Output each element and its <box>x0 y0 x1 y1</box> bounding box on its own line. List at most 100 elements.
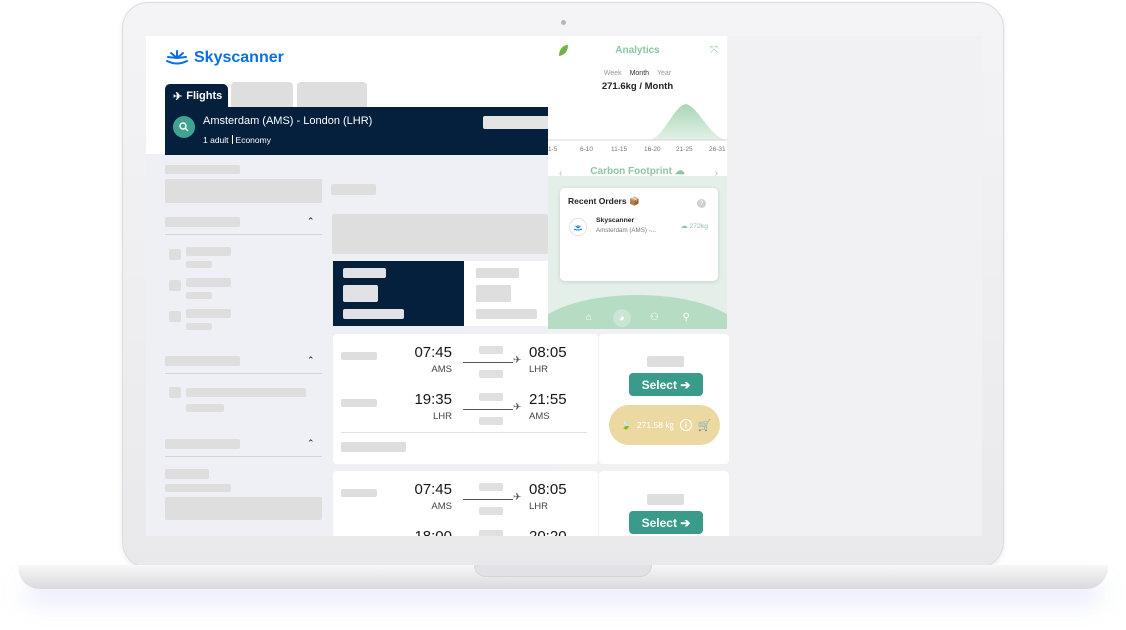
order-emission: ☁ 272kg <box>681 222 708 231</box>
period-switcher: Week Month Year <box>548 70 727 77</box>
analytics-panel: Analytics ⤧ Week Month Year 271.6kg / Mo… <box>548 36 727 329</box>
duration-skeleton <box>479 346 503 354</box>
carbon-emission-pill[interactable]: 🍃 271.58 ㎏ i 🛒 <box>609 405 720 445</box>
airline-skeleton <box>341 399 377 407</box>
sort-price-skeleton <box>343 285 378 302</box>
plane-icon: ✈ <box>513 492 522 503</box>
divider <box>165 373 322 374</box>
depart-airport: AMS <box>431 364 452 375</box>
checkbox-skeleton[interactable] <box>169 387 181 398</box>
stops-skeleton <box>479 370 503 378</box>
route-line <box>463 499 513 500</box>
select-button[interactable]: Select ➔ <box>629 373 703 396</box>
option-skeleton <box>186 323 212 330</box>
home-icon[interactable]: ⌂ <box>581 309 597 325</box>
user-icon[interactable]: ⚲ <box>678 309 694 325</box>
bottom-nav: ⌂ ◕ ⚇ ⚲ <box>548 309 727 327</box>
period-week[interactable]: Week <box>604 70 622 77</box>
carbon-footprint-title: Carbon Footprint ☁ <box>548 166 727 177</box>
price-column: Select ➔ 🍃 271.58 ㎏ i 🛒 <box>599 334 729 464</box>
info-icon[interactable]: i <box>679 419 692 431</box>
tab-flights[interactable]: ✈ Flights <box>165 84 228 108</box>
x-tick-label: 26-31 <box>709 146 726 153</box>
search-placeholder <box>483 116 549 129</box>
stops-skeleton <box>479 417 503 425</box>
results-count-skeleton <box>331 184 376 195</box>
plane-icon: ✈ <box>513 355 522 366</box>
sun-rays-logo-icon <box>573 224 583 230</box>
route-text: Amsterdam (AMS) - London (LHR) <box>203 115 373 127</box>
divider <box>165 456 322 457</box>
period-year[interactable]: Year <box>657 70 671 77</box>
sort-tab-active[interactable] <box>333 261 464 326</box>
divider <box>165 234 322 235</box>
checkbox-skeleton[interactable] <box>169 280 181 291</box>
arrive-time: 20:20 <box>529 528 567 536</box>
option-skeleton <box>186 388 306 397</box>
duration-skeleton <box>479 483 503 491</box>
cabin-text: Economy <box>235 135 271 145</box>
sort-tab[interactable] <box>464 261 548 326</box>
skyscanner-logo[interactable]: Skyscanner <box>165 49 284 67</box>
order-name: Skyscanner <box>596 217 635 224</box>
banner-skeleton <box>332 214 548 254</box>
option-skeleton <box>186 309 231 318</box>
screen: Skyscanner ✈ Flights Amsterdam (AMS) - L… <box>146 36 982 536</box>
people-icon[interactable]: ⚇ <box>646 309 662 325</box>
chevron-up-icon[interactable]: ⌃ <box>307 438 315 449</box>
recent-orders-title: Recent Orders 📦 <box>568 196 640 206</box>
cloud-icon: ☁ <box>674 166 685 177</box>
stops-skeleton <box>479 507 503 515</box>
duration-skeleton <box>479 393 503 401</box>
divider <box>341 432 587 433</box>
emission-value: 271.58 ㎏ <box>636 420 674 430</box>
chevron-up-icon[interactable]: ⌃ <box>307 355 315 366</box>
help-icon[interactable]: ? <box>697 199 706 208</box>
x-tick-label: 21-25 <box>676 146 693 153</box>
tab-placeholder[interactable] <box>231 82 293 107</box>
carbon-footprint-header: ‹ Carbon Footprint ☁ › <box>548 166 727 182</box>
price-column: Select ➔ <box>599 471 729 536</box>
webcam <box>561 20 566 25</box>
sun-rays-logo-icon <box>166 50 188 65</box>
filter-skeleton <box>165 469 209 479</box>
skyscanner-avatar <box>569 218 587 236</box>
outbound-leg: 07:45 AMS ✈ 08:05 LHR <box>333 344 598 386</box>
sort-label-skeleton <box>343 268 386 278</box>
sort-duration-skeleton <box>343 309 404 319</box>
depart-time: 07:45 <box>414 481 452 498</box>
chevron-up-icon[interactable]: ⌃ <box>307 216 315 227</box>
analytics-header: Analytics ⤧ Week Month Year 271.6kg / Mo… <box>548 36 727 176</box>
flight-result-card[interactable]: 07:45 AMS ✈ 08:05 LHR 19:35 LHR ✈ 21:55 … <box>333 334 598 464</box>
arrive-airport: LHR <box>529 364 549 375</box>
plane-icon: ✈ <box>513 402 522 413</box>
airline-skeleton <box>341 489 377 497</box>
option-skeleton <box>186 278 231 287</box>
select-button[interactable]: Select ➔ <box>629 511 703 534</box>
leaf-icon: 🍃 <box>621 420 631 430</box>
sort-price-skeleton <box>476 285 511 302</box>
chart-area <box>548 104 727 140</box>
checkbox-skeleton[interactable] <box>169 249 181 260</box>
route-line <box>463 362 513 363</box>
x-tick-label: 6-10 <box>580 146 594 153</box>
sort-duration-skeleton <box>476 309 537 319</box>
arrive-time: 08:05 <box>529 481 567 498</box>
period-month[interactable]: Month <box>630 70 649 77</box>
depart-time: 19:35 <box>414 391 452 408</box>
search-icon[interactable] <box>173 116 195 138</box>
chevron-right-icon[interactable]: › <box>715 168 718 179</box>
cart-icon[interactable]: 🛒 <box>698 419 712 432</box>
checkbox-skeleton[interactable] <box>169 311 181 322</box>
carbon-footprint-label: Carbon Footprint <box>590 166 672 177</box>
x-tick-label: 11-15 <box>611 146 628 153</box>
pie-chart-icon[interactable]: ◕ <box>612 309 631 327</box>
expand-icon[interactable]: ⤧ <box>710 45 718 56</box>
separator <box>231 135 233 144</box>
tab-placeholder[interactable] <box>297 82 367 107</box>
price-skeleton <box>647 494 684 505</box>
search-summary-bar[interactable]: Amsterdam (AMS) - London (LHR) 1 adult Ec… <box>165 107 549 155</box>
flight-result-card[interactable]: 07:45 AMS ✈ 08:05 LHR 18:00 20:20 <box>333 471 598 536</box>
price-skeleton <box>647 356 684 367</box>
filter-skeleton <box>165 179 322 203</box>
